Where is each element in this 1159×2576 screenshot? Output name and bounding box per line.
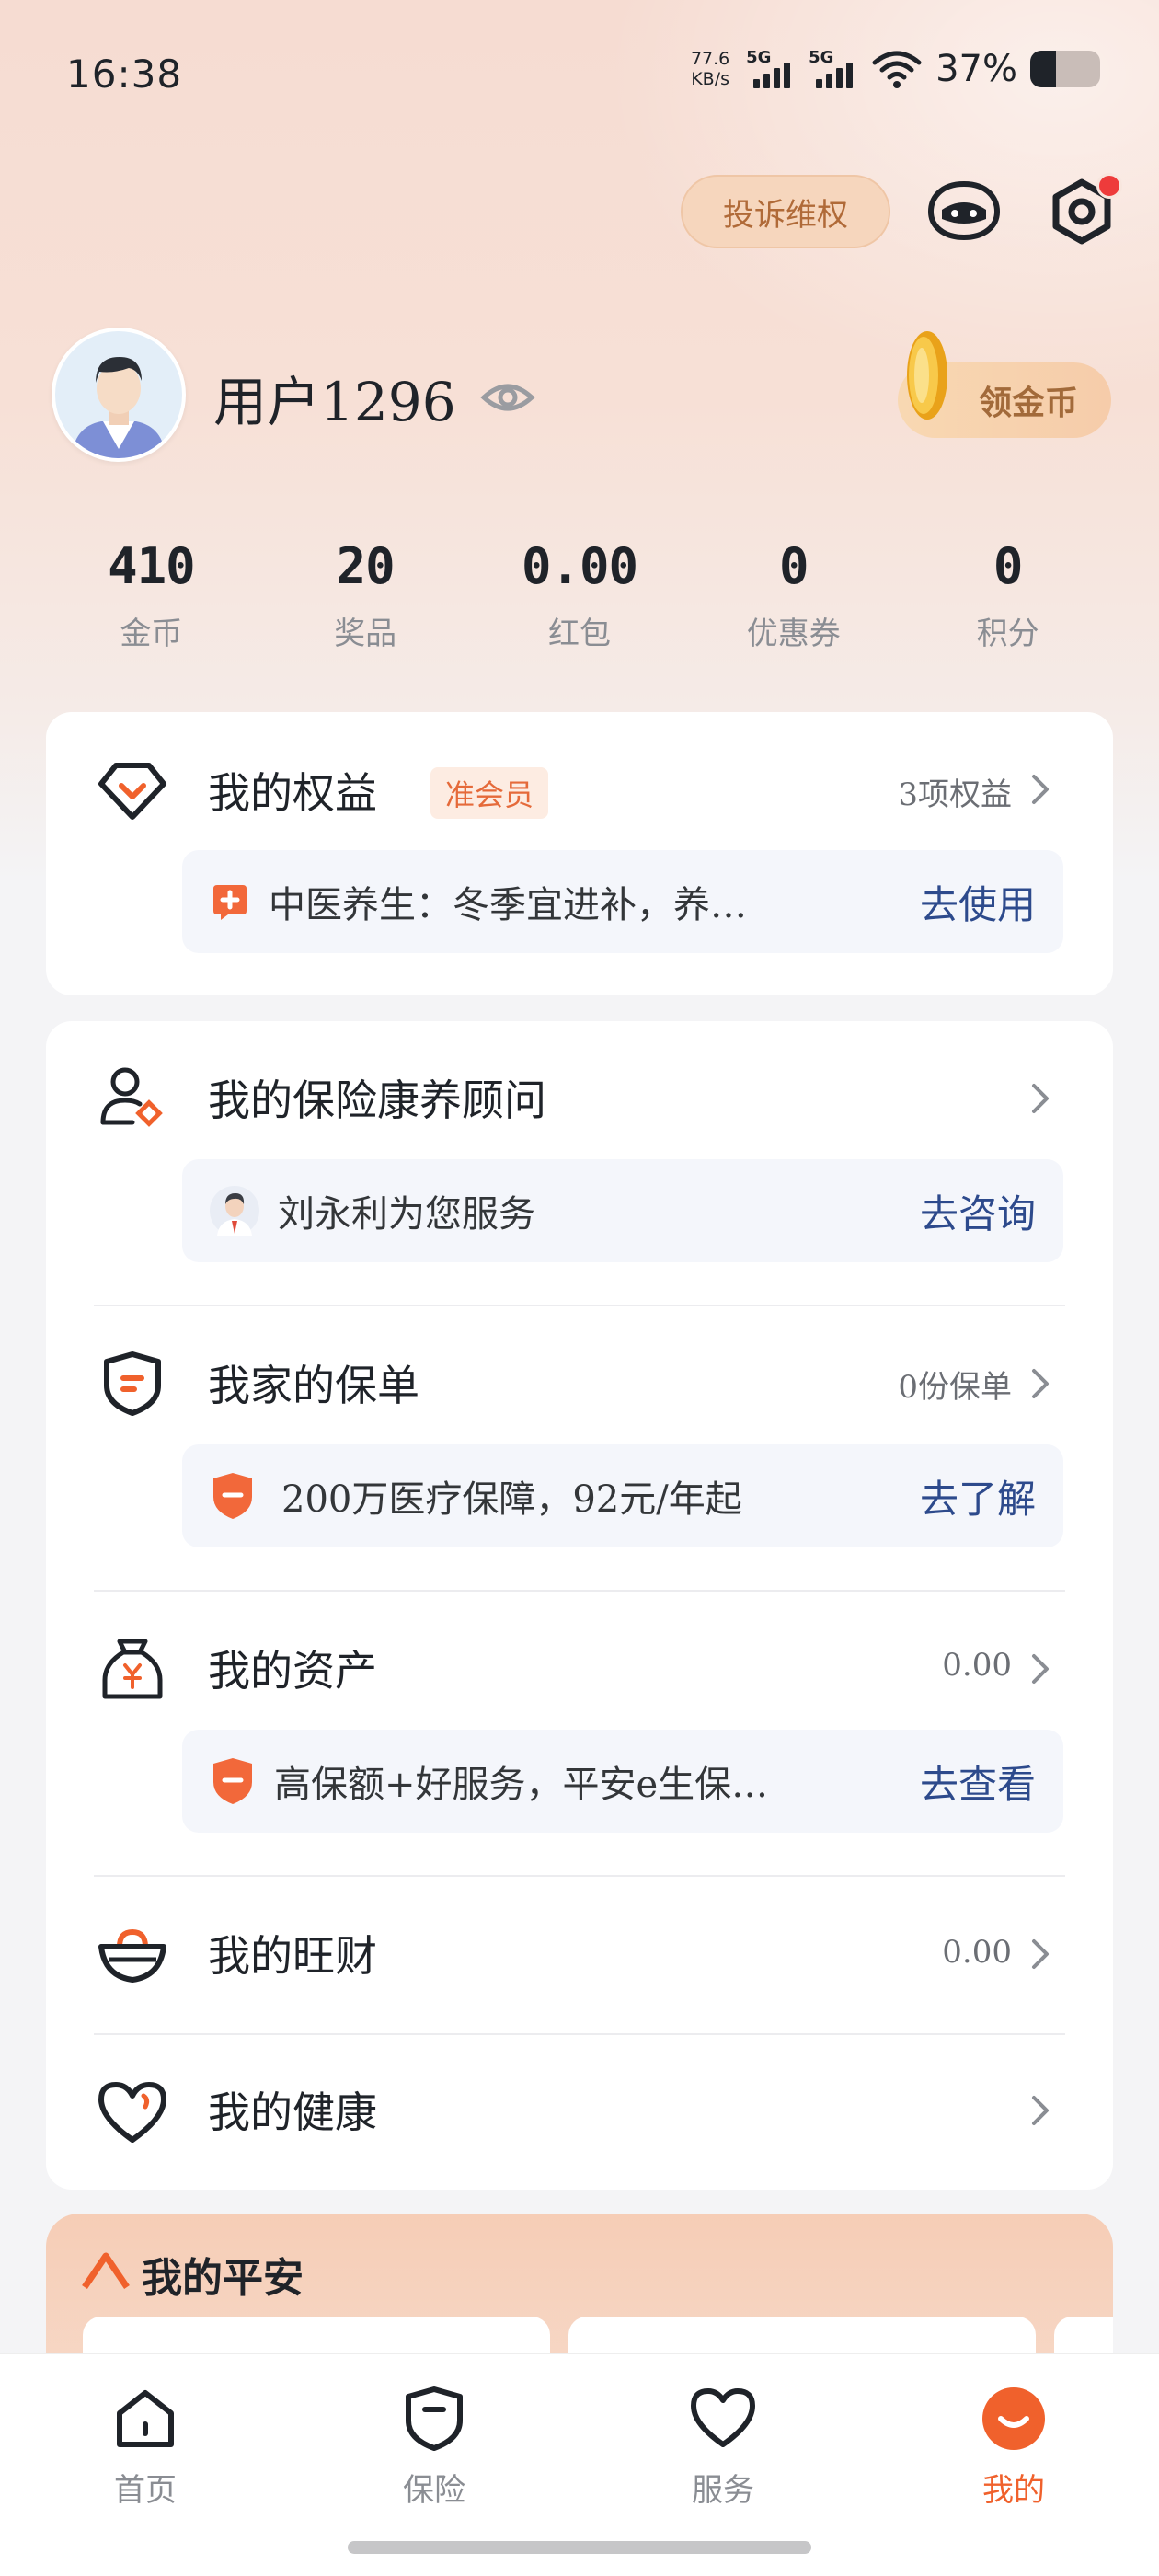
promo-text: 200万医疗保障，92元/年起 <box>281 1478 742 1521</box>
nav-services[interactable]: 服务 <box>649 2382 797 2510</box>
advisor-title[interactable]: 我的保险康养顾问 <box>208 1067 546 1128</box>
orange-shield-icon <box>213 1473 252 1519</box>
robot-chat-icon[interactable] <box>927 175 1001 248</box>
wangcai-title[interactable]: 我的旺财 <box>208 1923 377 1984</box>
orange-shield-icon <box>213 1758 252 1804</box>
signal-1-icon: 5G <box>746 48 796 90</box>
battery-icon <box>1030 51 1100 87</box>
health-heart-icon <box>96 2076 169 2149</box>
promo-text: 高保额+好服务，平安e生保… <box>274 1764 769 1806</box>
medical-plus-icon <box>213 885 247 920</box>
status-bar-indicators: 77.6 KB/s 5G 5G 37% <box>687 48 1100 90</box>
nav-label: 服务 <box>692 2472 754 2509</box>
wangcai-value[interactable]: 0.00 <box>942 1934 1012 1971</box>
gold-ingot-icon <box>96 1919 169 1993</box>
signal-2-icon: 5G <box>809 48 858 90</box>
divider <box>94 1305 1065 1306</box>
home-icon <box>109 2382 182 2455</box>
nav-label: 保险 <box>403 2472 465 2509</box>
consult-button[interactable]: 去咨询 <box>920 1183 1036 1239</box>
policy-promo[interactable]: 200万医疗保障，92元/年起 去了解 <box>182 1444 1063 1547</box>
stat-value: 0 <box>993 537 1024 595</box>
chevron-right-icon[interactable] <box>1027 2092 1054 2129</box>
heart-icon <box>686 2382 760 2455</box>
money-bag-icon <box>96 1632 169 1706</box>
nav-label: 首页 <box>114 2472 177 2509</box>
promo-text: 刘永利为您服务 <box>278 1193 535 1236</box>
stat-red-packet[interactable]: 0.00 红包 <box>473 537 687 653</box>
stat-value: 20 <box>336 537 396 595</box>
chevron-right-icon[interactable] <box>1027 1365 1054 1402</box>
services-card: 我的保险康养顾问 刘永利为您服务 去咨询 我家的保单 0份保单 200万医疗保障… <box>46 1021 1113 2190</box>
chevron-right-icon[interactable] <box>1027 1650 1054 1687</box>
eye-icon[interactable] <box>480 377 535 421</box>
policy-title[interactable]: 我家的保单 <box>208 1352 419 1413</box>
stat-label: 积分 <box>976 615 1039 652</box>
assets-title[interactable]: 我的资产 <box>208 1638 377 1698</box>
nav-insurance[interactable]: 保险 <box>361 2382 508 2510</box>
shield-icon <box>397 2382 471 2455</box>
advisor-avatar <box>210 1186 259 1236</box>
chevron-right-icon[interactable] <box>1027 771 1054 808</box>
advisor-promo[interactable]: 刘永利为您服务 去咨询 <box>182 1159 1063 1262</box>
divider <box>94 1875 1065 1877</box>
use-button[interactable]: 去使用 <box>920 874 1036 930</box>
stat-coins[interactable]: 410 金币 <box>44 537 258 653</box>
promo-text: 中医养生：冬季宜进补，养… <box>269 884 747 926</box>
assets-value[interactable]: 0.00 <box>942 1647 1012 1684</box>
stat-value: 410 <box>108 537 196 595</box>
assets-promo[interactable]: 高保额+好服务，平安e生保… 去查看 <box>182 1730 1063 1833</box>
health-title[interactable]: 我的健康 <box>208 2079 377 2140</box>
complaint-button[interactable]: 投诉维权 <box>681 175 890 248</box>
pingan-logo-icon <box>82 2252 130 2289</box>
learn-more-button[interactable]: 去了解 <box>920 1468 1036 1524</box>
battery-percent: 37% <box>935 48 1017 90</box>
nav-home[interactable]: 首页 <box>72 2382 219 2510</box>
benefits-title[interactable]: 我的权益 <box>208 760 377 821</box>
stat-value: 0.00 <box>521 537 638 595</box>
net-speed-value: 77.6 <box>690 49 730 69</box>
gold-coin-icon <box>900 328 958 423</box>
view-button[interactable]: 去查看 <box>920 1754 1036 1810</box>
benefits-count[interactable]: 3项权益 <box>898 769 1012 814</box>
benefits-card: 我的权益 准会员 3项权益 中医养生：冬季宜进补，养… 去使用 <box>46 712 1113 995</box>
stats-row: 410 金币 20 奖品 0.00 红包 0 优惠券 0 积分 <box>44 537 1115 653</box>
stat-label: 奖品 <box>334 615 397 652</box>
net-speed: 77.6 KB/s <box>687 49 733 89</box>
username: 用户1296 <box>213 371 456 433</box>
benefits-promo[interactable]: 中医养生：冬季宜进补，养… 去使用 <box>182 850 1063 953</box>
stat-label: 优惠券 <box>746 615 841 652</box>
policy-shield-icon <box>96 1347 169 1420</box>
notification-dot <box>1096 173 1122 199</box>
home-indicator[interactable] <box>348 2541 811 2554</box>
diamond-icon <box>96 753 169 826</box>
stat-coupons[interactable]: 0 优惠券 <box>686 537 901 653</box>
policy-count[interactable]: 0份保单 <box>898 1362 1012 1407</box>
divider <box>94 1590 1065 1592</box>
advisor-icon <box>96 1062 169 1135</box>
stat-points[interactable]: 0 积分 <box>901 537 1115 653</box>
avatar[interactable] <box>52 328 186 462</box>
me-smile-icon <box>977 2382 1050 2455</box>
my-pingan-title: 我的平安 <box>142 2255 304 2302</box>
chevron-right-icon[interactable] <box>1027 1936 1054 1972</box>
net-speed-unit: KB/s <box>691 69 729 89</box>
nav-me[interactable]: 我的 <box>940 2382 1087 2510</box>
chevron-right-icon[interactable] <box>1027 1080 1054 1117</box>
stat-label: 红包 <box>547 615 611 652</box>
status-time: 16:38 <box>66 52 183 97</box>
stat-prizes[interactable]: 20 奖品 <box>258 537 473 653</box>
nav-label: 我的 <box>982 2472 1045 2509</box>
wifi-icon <box>872 51 922 88</box>
member-tag: 准会员 <box>430 767 549 819</box>
stat-label: 金币 <box>120 615 183 652</box>
divider <box>94 2033 1065 2035</box>
stat-value: 0 <box>779 537 809 595</box>
